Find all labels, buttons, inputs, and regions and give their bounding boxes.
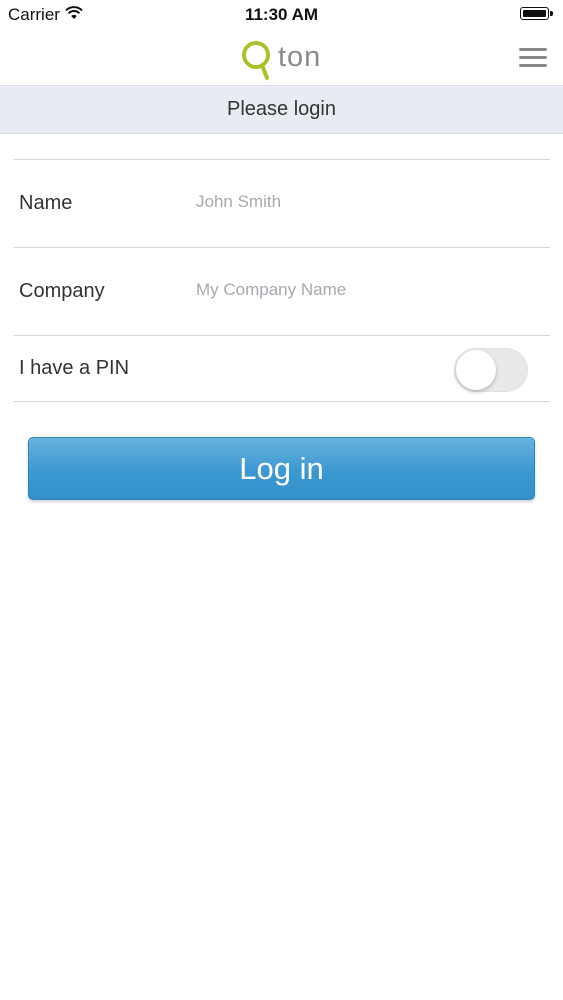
- company-input[interactable]: [196, 276, 536, 304]
- hamburger-menu-icon[interactable]: [517, 44, 549, 70]
- toggle-knob: [456, 350, 496, 390]
- qton-logo: ton: [240, 38, 321, 82]
- nav-bar: ton: [0, 30, 563, 86]
- company-label: Company: [19, 280, 105, 302]
- login-form: Name Company I have a PIN: [14, 159, 550, 402]
- login-button[interactable]: Log in: [28, 437, 535, 500]
- pin-toggle[interactable]: [454, 348, 528, 392]
- logo-q-mark: [242, 41, 270, 80]
- name-input[interactable]: [196, 188, 536, 216]
- company-row: Company: [14, 247, 550, 335]
- page-title-bar: Please login: [0, 86, 563, 134]
- logo-text: ton: [278, 40, 322, 73]
- page-title: Please login: [227, 98, 336, 120]
- name-row: Name: [14, 159, 550, 247]
- name-label: Name: [19, 192, 73, 214]
- pin-label: I have a PIN: [19, 357, 130, 379]
- battery-icon: [520, 7, 553, 22]
- pin-row: I have a PIN: [14, 335, 550, 402]
- clock: 11:30 AM: [244, 5, 319, 24]
- status-bar: Carrier 11:30 AM: [0, 0, 563, 30]
